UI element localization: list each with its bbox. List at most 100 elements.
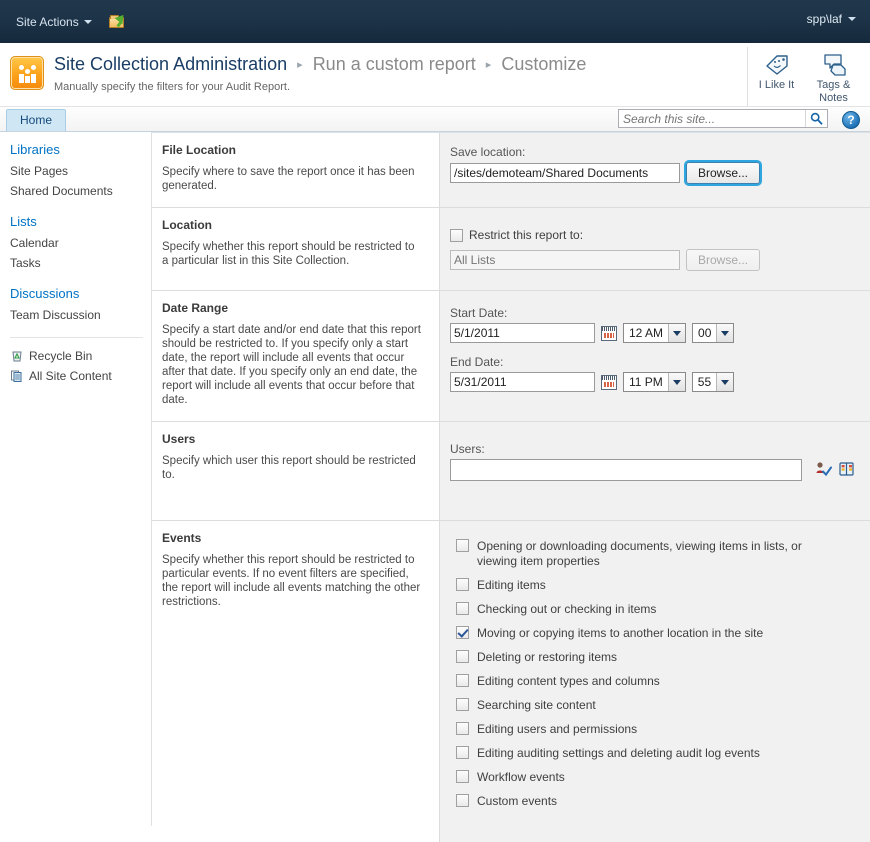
end-date-label: End Date: (450, 355, 504, 369)
event-item[interactable]: Deleting or restoring items (456, 650, 860, 665)
breadcrumb-separator-icon: ▸ (485, 59, 492, 71)
i-like-it-label: I Like It (758, 79, 795, 91)
event-checkbox[interactable] (456, 674, 469, 687)
sidebar-heading-lists[interactable]: Lists (10, 214, 151, 229)
start-hour-select[interactable]: 12 AM (623, 323, 687, 343)
breadcrumb-middle[interactable]: Run a custom report (313, 54, 476, 74)
left-navigation: Libraries Site Pages Shared Documents Li… (0, 132, 152, 826)
event-label: Editing auditing settings and deleting a… (477, 746, 760, 760)
events-checkbox-list: Opening or downloading documents, viewin… (440, 521, 870, 842)
end-date-input[interactable] (450, 372, 595, 392)
tag-smile-icon (750, 51, 803, 79)
sidebar-item-site-pages[interactable]: Site Pages (10, 161, 151, 181)
event-item[interactable]: Editing items (456, 578, 860, 593)
section-description: Specify where to save the report once it… (162, 166, 415, 192)
event-checkbox[interactable] (456, 698, 469, 711)
event-item[interactable]: Editing users and permissions (456, 722, 860, 737)
breadcrumb-separator-icon: ▸ (297, 59, 303, 71)
event-item[interactable]: Editing content types and columns (456, 674, 860, 689)
section-title: File Location (162, 143, 237, 157)
section-description: Specify whether this report should be re… (162, 241, 415, 267)
event-item[interactable]: Opening or downloading documents, viewin… (456, 539, 860, 569)
users-input[interactable] (450, 459, 802, 481)
chevron-down-icon (668, 324, 686, 342)
end-hour-value: 11 PM (629, 375, 663, 389)
section-title: Date Range (162, 301, 229, 315)
event-label: Editing content types and columns (477, 674, 660, 688)
event-label: Editing users and permissions (477, 722, 638, 736)
page-body: Libraries Site Pages Shared Documents Li… (0, 132, 870, 842)
section-description: Specify whether this report should be re… (162, 554, 421, 608)
sidebar-heading-discussions[interactable]: Discussions (10, 286, 151, 301)
sidebar-item-team-discussion[interactable]: Team Discussion (10, 305, 151, 325)
chevron-down-icon (716, 324, 734, 342)
event-checkbox[interactable] (456, 794, 469, 807)
section-description: Specify which user this report should be… (162, 455, 416, 481)
section-title: Events (162, 531, 202, 545)
user-menu[interactable]: spp\laf (807, 12, 856, 26)
chevron-down-icon (83, 19, 92, 24)
event-checkbox[interactable] (456, 746, 469, 759)
section-events: Events Specify whether this report shoul… (152, 521, 870, 842)
search-input[interactable] (619, 111, 805, 126)
navigate-up-folder-icon[interactable] (108, 11, 128, 31)
calendar-picker-icon[interactable] (601, 325, 617, 341)
chevron-down-icon (667, 373, 685, 391)
recycle-bin-label: Recycle Bin (29, 349, 93, 363)
event-checkbox[interactable] (456, 539, 469, 552)
end-minute-select[interactable]: 55 (691, 372, 735, 392)
settings-form: File Location Specify where to save the … (152, 132, 870, 842)
site-actions-label: Site Actions (16, 14, 79, 29)
tags-and-notes-button[interactable]: Tags & Notes (805, 47, 862, 107)
event-checkbox[interactable] (456, 602, 469, 615)
event-item[interactable]: Checking out or checking in items (456, 602, 860, 617)
sidebar-divider (10, 337, 143, 338)
browse-save-location-button[interactable]: Browse... (686, 162, 761, 184)
page-title: Customize (501, 54, 587, 74)
event-item[interactable]: Editing auditing settings and deleting a… (456, 746, 860, 761)
users-label: Users: (450, 442, 485, 456)
sidebar-item-tasks[interactable]: Tasks (10, 253, 151, 273)
event-checkbox[interactable] (456, 578, 469, 591)
restrict-list-input[interactable] (450, 250, 680, 270)
end-hour-select[interactable]: 11 PM (623, 372, 686, 392)
tags-notes-icon (807, 51, 860, 79)
i-like-it-button[interactable]: I Like It (748, 47, 805, 107)
sidebar-item-recycle-bin[interactable]: Recycle Bin (10, 346, 151, 366)
social-tools: I Like It Tags & Notes (747, 47, 862, 107)
section-file-location: File Location Specify where to save the … (152, 133, 870, 208)
site-actions-menu[interactable]: Site Actions (10, 12, 98, 32)
event-item[interactable]: Workflow events (456, 770, 860, 785)
sidebar-item-all-site-content[interactable]: All Site Content (10, 366, 151, 386)
calendar-picker-icon[interactable] (601, 374, 617, 390)
save-location-input[interactable] (450, 163, 680, 183)
event-checkbox[interactable] (456, 722, 469, 735)
tags-notes-label: Tags & Notes (816, 79, 851, 104)
sidebar-heading-libraries[interactable]: Libraries (10, 142, 151, 157)
section-description: Specify a start date and/or end date tha… (162, 324, 421, 406)
event-checkbox[interactable] (456, 626, 469, 639)
start-date-input[interactable] (450, 323, 595, 343)
event-item[interactable]: Searching site content (456, 698, 860, 713)
help-icon[interactable]: ? (842, 111, 860, 129)
address-book-icon[interactable] (838, 461, 855, 480)
tab-home[interactable]: Home (6, 109, 67, 131)
page-title-band: Site Collection Administration ▸ Run a c… (0, 43, 870, 107)
start-date-label: Start Date: (450, 306, 508, 320)
event-checkbox[interactable] (456, 650, 469, 663)
event-item[interactable]: Moving or copying items to another locat… (456, 626, 860, 641)
breadcrumb-root-link[interactable]: Site Collection Administration (54, 54, 287, 74)
event-label: Deleting or restoring items (477, 650, 618, 664)
search-box[interactable] (618, 109, 828, 128)
restrict-report-checkbox[interactable] (450, 228, 463, 242)
start-minute-select[interactable]: 00 (692, 323, 735, 343)
sidebar-item-shared-documents[interactable]: Shared Documents (10, 181, 151, 201)
event-checkbox[interactable] (456, 770, 469, 783)
recycle-bin-icon (10, 349, 24, 363)
site-collection-icon (10, 56, 44, 90)
sidebar-item-calendar[interactable]: Calendar (10, 233, 151, 253)
check-names-icon[interactable] (815, 461, 832, 480)
start-hour-value: 12 AM (629, 326, 664, 340)
search-icon[interactable] (805, 110, 827, 127)
event-item[interactable]: Custom events (456, 794, 860, 809)
